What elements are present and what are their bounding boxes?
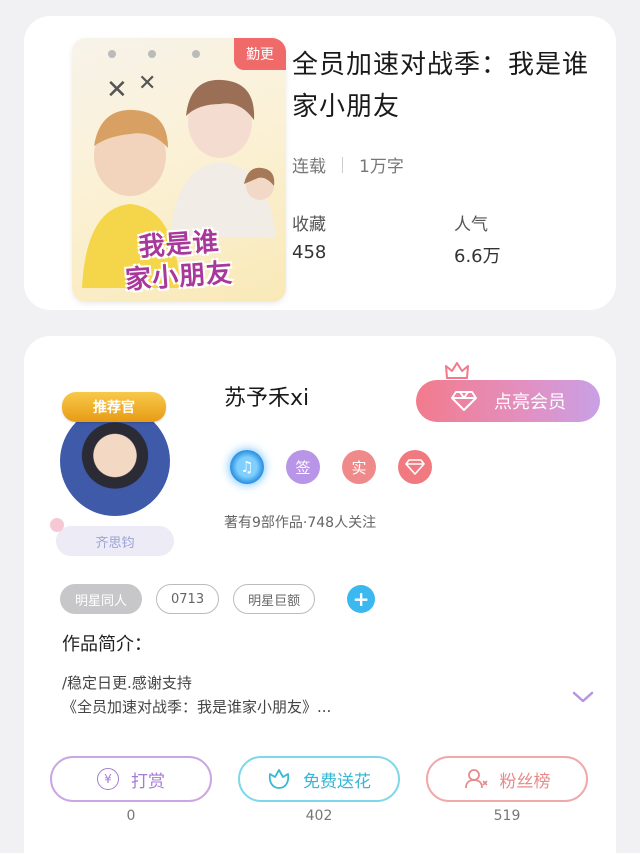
- vip-button[interactable]: 点亮会员: [416, 380, 600, 422]
- music-badge-icon[interactable]: ♫: [230, 450, 264, 484]
- fans-count: 519: [493, 808, 521, 824]
- author-badges: ♫ 签 实: [230, 450, 432, 484]
- send-flower-button[interactable]: 免费送花: [238, 756, 400, 802]
- intro-title: 作品简介：: [62, 634, 152, 655]
- author-avatar-wrap[interactable]: 推荐官: [54, 386, 174, 516]
- diamond-icon: [451, 391, 477, 411]
- author-name[interactable]: 苏予禾xi: [224, 380, 309, 412]
- favorites-label: 收藏: [292, 215, 326, 235]
- user-icon: [464, 769, 488, 789]
- flower-icon: [268, 769, 290, 789]
- diamond-badge-icon[interactable]: [398, 450, 432, 484]
- signed-badge-icon[interactable]: 签: [286, 450, 320, 484]
- fans-label: 粉丝榜: [499, 771, 551, 792]
- book-card[interactable]: ✕ ✕ 勤更 我是谁 家小朋友 全员加速对战季：我是谁家小朋友 连载 1万字 收…: [24, 16, 616, 310]
- name-tag: 齐思钧: [50, 518, 174, 556]
- chevron-down-icon[interactable]: [572, 690, 594, 704]
- reward-label: 打赏: [131, 771, 165, 792]
- popularity-value: 6.6万: [454, 246, 501, 267]
- tag-item[interactable]: 0713: [156, 584, 220, 614]
- meta-divider: [342, 156, 343, 173]
- tag-item[interactable]: 明星巨额: [233, 584, 316, 614]
- book-cover[interactable]: ✕ ✕ 勤更 我是谁 家小朋友: [72, 38, 286, 302]
- fans-ranking-button[interactable]: 粉丝榜: [426, 756, 588, 802]
- book-status: 连载: [292, 157, 326, 177]
- word-count: 1万字: [359, 157, 404, 177]
- reward-button[interactable]: ¥ 打赏: [50, 756, 212, 802]
- recommender-badge: 推荐官: [62, 392, 166, 422]
- crown-icon: [445, 362, 469, 379]
- book-title: 全员加速对战季：我是谁家小朋友: [292, 50, 590, 122]
- diamond-icon: [405, 459, 425, 475]
- book-meta: 连载 1万字: [292, 152, 404, 177]
- popularity-label: 人气: [454, 215, 488, 235]
- tag-item[interactable]: 明星同人: [60, 584, 143, 614]
- svg-text:✕: ✕: [138, 71, 156, 96]
- author-card: 推荐官 齐思钧 苏予禾xi 点亮会员 ♫ 签 实 著有9部作品·748人关注 明…: [24, 336, 616, 853]
- flower-count: 402: [305, 808, 333, 824]
- favorites-value: 458: [292, 242, 327, 263]
- svg-text:✕: ✕: [106, 75, 128, 105]
- flower-label: 免费送花: [303, 771, 371, 792]
- verified-badge-icon[interactable]: 实: [342, 450, 376, 484]
- tag-list: 明星同人 0713 明星巨额 +: [60, 584, 376, 614]
- vip-button-label: 点亮会员: [494, 392, 566, 413]
- reward-count: 0: [126, 808, 136, 824]
- cover-tag: 勤更: [234, 38, 286, 70]
- add-tag-icon[interactable]: +: [347, 585, 376, 613]
- intro-text: /稳定日更.感谢支持: [62, 674, 192, 692]
- intro-text: 《全员加速对战季：我是谁家小朋友》...: [62, 698, 332, 716]
- works-follow-count: 著有9部作品·748人关注: [224, 515, 377, 531]
- yen-icon: ¥: [97, 768, 119, 790]
- avatar[interactable]: [60, 406, 170, 516]
